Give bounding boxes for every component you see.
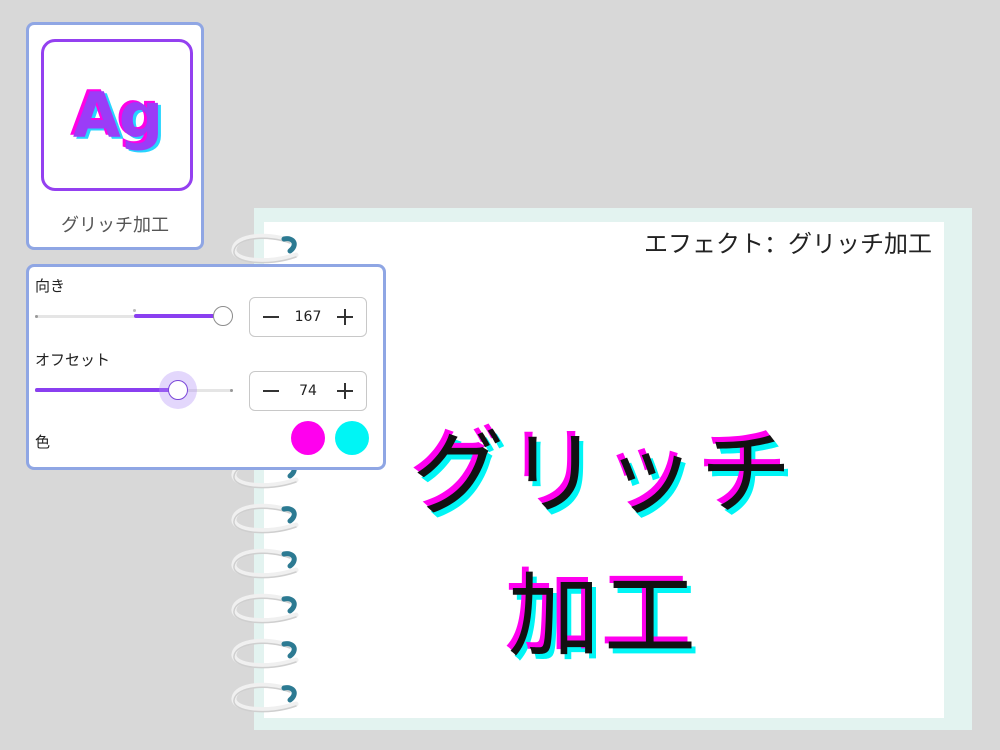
slider-thumb[interactable] <box>213 306 234 326</box>
minus-icon <box>263 316 279 318</box>
effect-label: グリッチ加工 <box>61 215 169 236</box>
spiral-ring <box>228 680 302 718</box>
effect-card-glitch[interactable]: Ag グリッチ加工 <box>26 22 204 250</box>
offset-label: オフセット <box>35 351 111 369</box>
minus-icon <box>263 390 279 392</box>
effect-settings-panel: 向き 167 オフセット 74 色 <box>26 264 386 470</box>
direction-slider[interactable] <box>35 304 234 330</box>
effect-thumbnail-text: Ag <box>72 78 163 152</box>
spiral-ring <box>228 591 302 629</box>
offset-value[interactable]: 74 <box>288 372 328 410</box>
slider-fill <box>134 314 224 318</box>
spiral-ring <box>228 546 302 584</box>
color-swatch-magenta[interactable] <box>291 421 325 455</box>
color-swatch-cyan[interactable] <box>335 421 369 455</box>
color-label: 色 <box>35 433 51 451</box>
effect-thumbnail: Ag <box>41 39 193 191</box>
slider-end-dot <box>230 389 233 392</box>
plus-icon <box>337 309 353 325</box>
slider-fill <box>35 388 178 392</box>
page-caption: エフェクト：グリッチ加工 <box>644 230 932 258</box>
direction-label: 向き <box>35 277 66 295</box>
plus-icon <box>337 383 353 399</box>
offset-increment-button[interactable] <box>326 372 364 410</box>
offset-decrement-button[interactable] <box>252 372 290 410</box>
direction-decrement-button[interactable] <box>252 298 290 336</box>
direction-value[interactable]: 167 <box>288 298 328 336</box>
spiral-ring <box>228 501 302 539</box>
direction-stepper: 167 <box>249 297 367 337</box>
spiral-ring <box>228 636 302 674</box>
offset-stepper: 74 <box>249 371 367 411</box>
slider-thumb[interactable] <box>167 380 188 400</box>
glitch-text-line-2: 加工 <box>507 563 700 670</box>
offset-slider[interactable] <box>35 378 233 404</box>
slider-start-dot <box>35 315 38 318</box>
direction-increment-button[interactable] <box>326 298 364 336</box>
slider-origin-dot <box>133 309 136 312</box>
